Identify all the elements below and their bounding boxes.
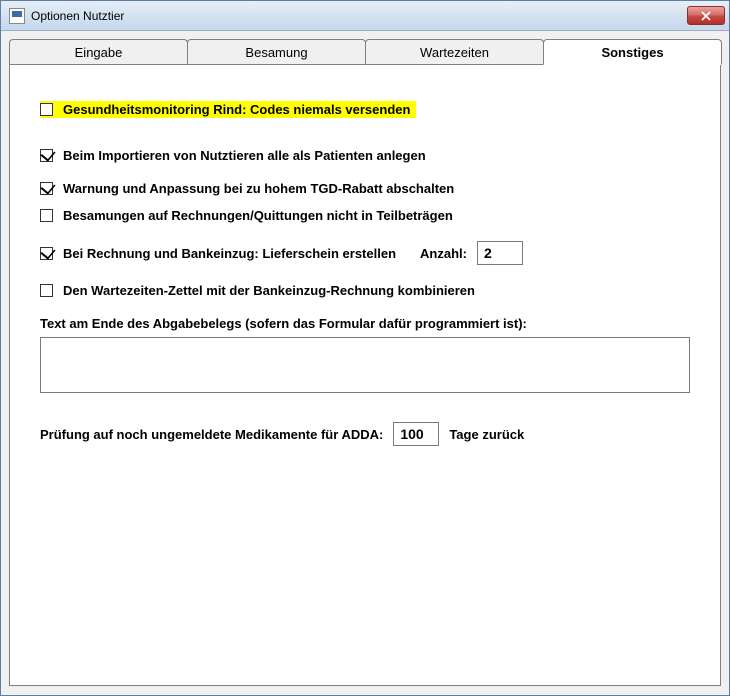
titlebar: Optionen Nutztier (1, 1, 729, 31)
label-import-patienten: Beim Importieren von Nutztieren alle als… (63, 148, 426, 163)
option-adda: Prüfung auf noch ungemeldete Medikamente… (40, 422, 690, 446)
label-wartezeiten-zettel: Den Wartezeiten-Zettel mit der Bankeinzu… (63, 283, 475, 298)
label-adda-before: Prüfung auf noch ungemeldete Medikamente… (40, 427, 383, 442)
input-lieferschein-anzahl[interactable] (477, 241, 523, 265)
tab-header: Eingabe Besamung Wartezeiten Sonstiges (9, 39, 721, 64)
option-lieferschein: Bei Rechnung und Bankeinzug: Lieferschei… (40, 241, 690, 265)
option-besamungen-teilbetraege: Besamungen auf Rechnungen/Quittungen nic… (40, 208, 690, 223)
checkbox-tgd-rabatt[interactable] (40, 182, 53, 195)
tab-sonstiges[interactable]: Sonstiges (543, 39, 722, 65)
checkbox-lieferschein[interactable] (40, 247, 53, 260)
tab-besamung[interactable]: Besamung (187, 39, 366, 64)
option-wartezeiten-zettel: Den Wartezeiten-Zettel mit der Bankeinzu… (40, 283, 690, 298)
checkbox-import-patienten[interactable] (40, 149, 53, 162)
option-import-patienten: Beim Importieren von Nutztieren alle als… (40, 148, 690, 163)
options-dialog: Optionen Nutztier Eingabe Besamung Warte… (0, 0, 730, 696)
input-adda-days[interactable] (393, 422, 439, 446)
label-abgabebeleg-text: Text am Ende des Abgabebelegs (sofern da… (40, 316, 690, 331)
close-icon (701, 11, 711, 21)
checkbox-wartezeiten-zettel[interactable] (40, 284, 53, 297)
tab-eingabe[interactable]: Eingabe (9, 39, 188, 64)
window-icon (9, 8, 25, 24)
tab-panel-sonstiges: Gesundheitsmonitoring Rind: Codes niemal… (9, 64, 721, 686)
label-lieferschein: Bei Rechnung und Bankeinzug: Lieferschei… (63, 246, 396, 261)
option-tgd-rabatt: Warnung und Anpassung bei zu hohem TGD-R… (40, 181, 690, 196)
close-button[interactable] (687, 6, 725, 25)
label-besamungen-teilbetraege: Besamungen auf Rechnungen/Quittungen nic… (63, 208, 453, 223)
window-title: Optionen Nutztier (31, 9, 687, 23)
checkbox-besamungen-teilbetraege[interactable] (40, 209, 53, 222)
tab-container: Eingabe Besamung Wartezeiten Sonstiges G… (9, 39, 721, 687)
highlighted-option: Gesundheitsmonitoring Rind: Codes niemal… (40, 101, 416, 118)
content-area: Eingabe Besamung Wartezeiten Sonstiges G… (1, 31, 729, 695)
tab-wartezeiten[interactable]: Wartezeiten (365, 39, 544, 64)
label-anzahl: Anzahl: (420, 246, 467, 261)
label-gesundheitsmonitoring: Gesundheitsmonitoring Rind: Codes niemal… (63, 102, 410, 117)
label-adda-after: Tage zurück (449, 427, 524, 442)
textarea-abgabebeleg[interactable] (40, 337, 690, 393)
option-gesundheitsmonitoring: Gesundheitsmonitoring Rind: Codes niemal… (40, 101, 690, 118)
checkbox-gesundheitsmonitoring[interactable] (40, 103, 53, 116)
label-tgd-rabatt: Warnung und Anpassung bei zu hohem TGD-R… (63, 181, 454, 196)
